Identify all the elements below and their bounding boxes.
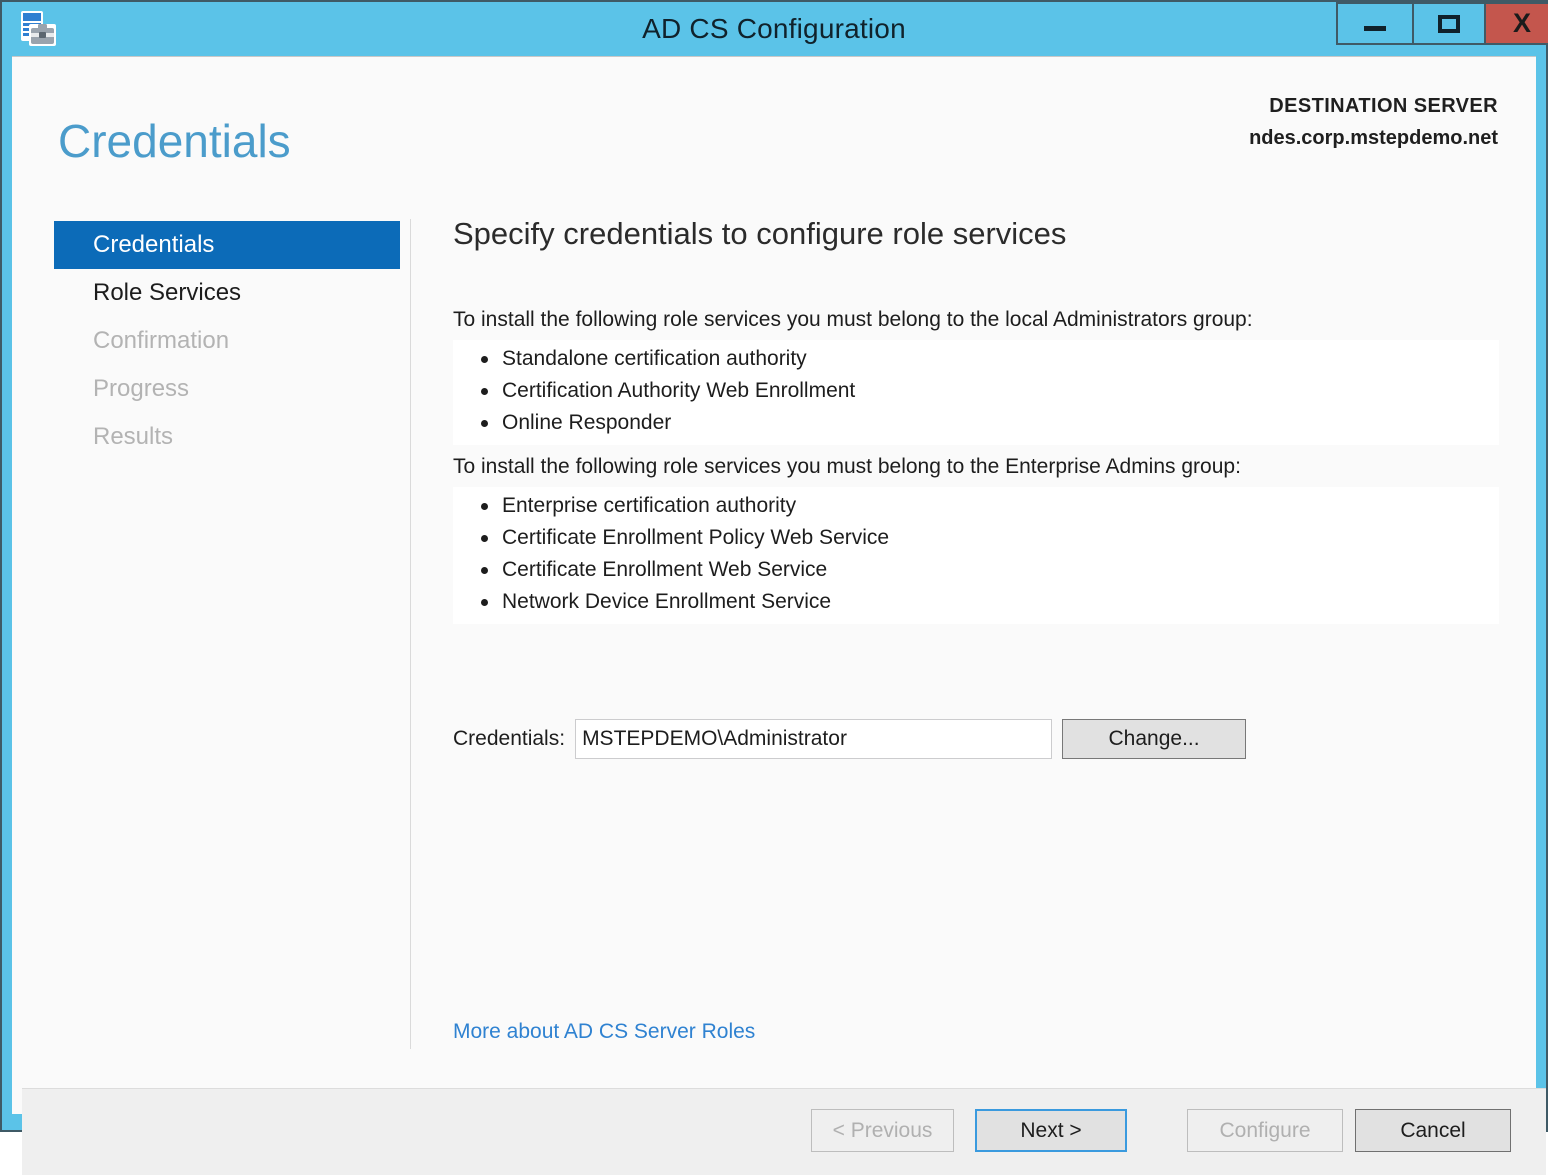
change-credentials-button[interactable]: Change... [1062, 719, 1247, 759]
list-item: Certification Authority Web Enrollment [453, 375, 1499, 407]
bullet-icon [481, 356, 488, 364]
list-item: Certificate Enrollment Policy Web Servic… [453, 522, 1499, 554]
list-item-label: Online Responder [502, 411, 672, 435]
sidebar-item-label: Role Services [93, 279, 242, 306]
local-admins-intro: To install the following role services y… [453, 308, 1253, 332]
ad-cs-configuration-window: AD CS Configuration X Credentials DESTIN… [0, 0, 1548, 1175]
sidebar-item-role-services[interactable]: Role Services [54, 269, 400, 317]
destination-server-name: ndes.corp.mstepdemo.net [1249, 127, 1498, 149]
credentials-label: Credentials: [453, 727, 566, 750]
enterprise-admins-service-list: Enterprise certification authority Certi… [453, 487, 1499, 625]
minimize-button[interactable] [1336, 2, 1414, 45]
bullet-icon [481, 503, 488, 511]
credentials-row: Credentials: Change... [453, 719, 1247, 759]
close-button[interactable]: X [1484, 2, 1548, 45]
main-pane: Specify credentials to configure role se… [443, 215, 1499, 625]
sidebar-item-label: Results [93, 423, 174, 450]
list-item: Certificate Enrollment Web Service [453, 554, 1499, 586]
list-item-label: Certification Authority Web Enrollment [502, 379, 856, 403]
page-title: Credentials [58, 115, 291, 167]
maximize-button[interactable] [1412, 2, 1486, 45]
sidebar-item-label: Confirmation [93, 327, 230, 354]
window-title: AD CS Configuration [642, 13, 906, 44]
close-icon: X [1512, 8, 1531, 38]
more-about-ad-cs-server-roles-link[interactable]: More about AD CS Server Roles [453, 1020, 755, 1044]
list-item-label: Certificate Enrollment Policy Web Servic… [502, 526, 890, 550]
main-heading: Specify credentials to configure role se… [453, 216, 1067, 251]
minimize-icon [1364, 26, 1386, 31]
list-item: Standalone certification authority [453, 343, 1499, 375]
sidebar-item-credentials[interactable]: Credentials [54, 221, 400, 269]
destination-server-label: DESTINATION SERVER [1269, 95, 1498, 117]
list-item: Online Responder [453, 407, 1499, 439]
destination-server-block: DESTINATION SERVER ndes.corp.mstepdemo.n… [1249, 95, 1498, 150]
wizard-steps-sidebar: Credentials Role Services Confirmation P… [54, 221, 400, 461]
sidebar-item-progress: Progress [54, 365, 400, 413]
configure-button[interactable]: Configure [1187, 1109, 1343, 1152]
sidebar-item-label: Credentials [93, 231, 215, 258]
sidebar-divider [410, 219, 411, 1049]
list-item-label: Standalone certification authority [502, 347, 807, 371]
bullet-icon [481, 599, 488, 607]
list-item-label: Network Device Enrollment Service [502, 590, 832, 614]
sidebar-item-confirmation: Confirmation [54, 317, 400, 365]
list-item: Enterprise certification authority [453, 490, 1499, 522]
cancel-button[interactable]: Cancel [1355, 1109, 1511, 1152]
bullet-icon [481, 535, 488, 543]
sidebar-item-results: Results [54, 413, 400, 461]
list-item: Network Device Enrollment Service [453, 586, 1499, 618]
enterprise-admins-intro: To install the following role services y… [453, 455, 1241, 479]
title-bar[interactable]: AD CS Configuration X [2, 2, 1548, 56]
credentials-input[interactable] [575, 719, 1053, 759]
next-button[interactable]: Next > [975, 1109, 1127, 1152]
maximize-icon [1438, 14, 1460, 33]
sidebar-item-label: Progress [93, 375, 190, 402]
bullet-icon [481, 420, 488, 428]
previous-button[interactable]: < Previous [811, 1109, 954, 1152]
bullet-icon [481, 567, 488, 575]
list-item-label: Enterprise certification authority [502, 494, 797, 518]
local-admins-service-list: Standalone certification authority Certi… [453, 340, 1499, 446]
list-item-label: Certificate Enrollment Web Service [502, 558, 828, 582]
wizard-content: Credentials DESTINATION SERVER ndes.corp… [12, 56, 1546, 1175]
bullet-icon [481, 388, 488, 396]
